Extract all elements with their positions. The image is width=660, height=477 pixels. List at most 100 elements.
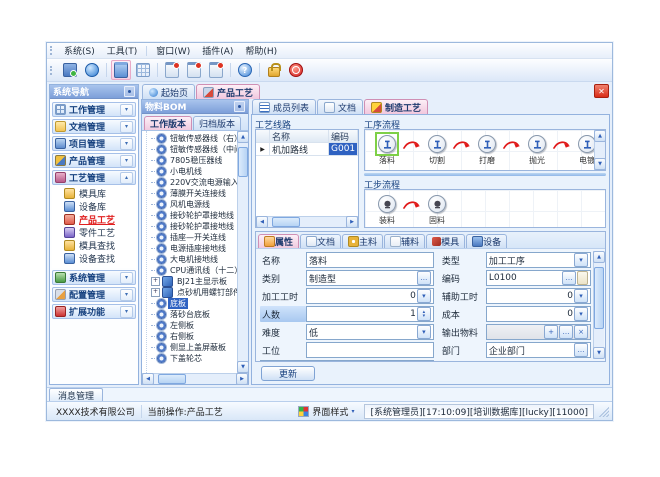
scroll-left-icon[interactable]: ◀	[142, 373, 154, 385]
tab-equipment[interactable]: 设备	[466, 234, 507, 248]
route-horizontal-scrollbar[interactable]: ◀ ▶	[256, 216, 358, 227]
tree-item[interactable]: 钮敏传感器线（中间）	[151, 144, 237, 155]
window-delete-button[interactable]	[206, 60, 226, 80]
flow-vertical-scrollbar[interactable]: ▲ ▼	[594, 130, 605, 170]
form-vertical-scrollbar[interactable]: ▲ ▼	[593, 251, 604, 359]
column-header[interactable]: 编码	[329, 130, 358, 143]
dropdown-icon[interactable]: ▾	[574, 289, 588, 303]
tree-item[interactable]: 钮敏传感器线（右）	[151, 133, 237, 144]
processing-hours-field[interactable]: 0▾	[306, 288, 434, 304]
tab-member-list[interactable]: 成员列表	[252, 99, 316, 114]
tab-working-version[interactable]: 工作版本	[144, 116, 192, 130]
chevron-down-icon[interactable]	[120, 138, 133, 150]
nav-product-process[interactable]: 产品工艺	[52, 213, 136, 226]
scrollbar-thumb[interactable]	[594, 267, 604, 329]
nav-project-management[interactable]: 项目管理	[52, 136, 136, 151]
window-mark-button[interactable]	[162, 60, 182, 80]
tree-item[interactable]: 薄膜开关连接线	[151, 188, 237, 199]
tree-item[interactable]: 小电机线	[151, 166, 237, 177]
tree-item[interactable]: 接砂轮护罩接地线（二	[151, 221, 237, 232]
scroll-up-icon[interactable]: ▲	[593, 251, 605, 263]
operation-flow-canvas[interactable]: ▲ ▼ 落料切割打磨抛光电镀	[364, 129, 606, 171]
tree-item[interactable]: 大电机接地线	[151, 254, 237, 265]
scroll-up-icon[interactable]: ▲	[594, 130, 606, 142]
ellipsis-button[interactable]: …	[559, 325, 573, 339]
step-flow-canvas[interactable]: 装料固料	[364, 189, 606, 228]
spinner-button[interactable]: ▴▾	[417, 307, 431, 321]
tree-item[interactable]: 左侧板	[151, 320, 237, 331]
chevron-down-icon[interactable]	[120, 121, 133, 133]
name-field[interactable]: 落料	[306, 252, 434, 268]
flow-node[interactable]: 抛光	[521, 134, 553, 166]
dropdown-icon[interactable]: ▾	[417, 289, 431, 303]
nav-extensions[interactable]: 扩展功能	[52, 304, 136, 319]
nav-equipment-search[interactable]: 设备查找	[52, 252, 136, 265]
ellipsis-button[interactable]: …	[417, 271, 431, 285]
splitter[interactable]	[364, 173, 606, 176]
tab-main-materials[interactable]: 主料	[342, 234, 383, 248]
tree-item[interactable]: 220V交流电源输入线	[151, 177, 237, 188]
dropdown-icon[interactable]: ▾	[574, 253, 588, 267]
scrollbar-thumb[interactable]	[272, 217, 300, 227]
station-field[interactable]	[306, 342, 434, 358]
tab-molds[interactable]: 模具	[426, 234, 465, 248]
partial-field[interactable]	[260, 360, 434, 361]
flow-node[interactable]: 装料	[371, 194, 403, 226]
chevron-up-icon[interactable]	[120, 172, 133, 184]
nav-system-management[interactable]: 系统管理	[52, 270, 136, 285]
column-header[interactable]: 名称	[270, 130, 329, 143]
nav-mold-library[interactable]: 模具库	[52, 187, 136, 200]
tree-vertical-scrollbar[interactable]: ▲ ▼	[237, 131, 248, 373]
menu-tools[interactable]: 工具(T)	[101, 43, 144, 58]
tree-item[interactable]: CPU通讯线（十二）	[151, 265, 237, 276]
menu-window[interactable]: 窗口(W)	[150, 43, 196, 58]
tab-message-management[interactable]: 消息管理	[49, 388, 103, 401]
exit-button[interactable]	[286, 60, 306, 80]
nav-config-management[interactable]: 配置管理	[52, 287, 136, 302]
nav-document-management[interactable]: 文档管理	[52, 119, 136, 134]
nav-process-management[interactable]: 工艺管理	[52, 170, 136, 185]
nav-mold-search[interactable]: 模具查找	[52, 239, 136, 252]
nav-product-management[interactable]: 产品管理	[52, 153, 136, 168]
dropdown-icon[interactable]: ▾	[574, 307, 588, 321]
nav-work-management[interactable]: 工作管理	[52, 102, 136, 117]
tab-start-page[interactable]: 起始页	[142, 84, 195, 99]
open-folder-button[interactable]	[111, 60, 131, 80]
menu-plugins[interactable]: 插件(A)	[196, 43, 239, 58]
scroll-up-icon[interactable]: ▲	[237, 131, 249, 143]
help-button[interactable]: ?	[235, 60, 255, 80]
tree-item[interactable]: 7805稳压器线	[151, 155, 237, 166]
scroll-down-icon[interactable]: ▼	[237, 361, 249, 373]
ellipsis-button[interactable]: …	[574, 343, 588, 357]
menu-help[interactable]: 帮助(H)	[239, 43, 283, 58]
tree-item[interactable]: BJ21主显示板	[151, 276, 237, 287]
tree-item[interactable]: 侧显上盖屏蔽板	[151, 342, 237, 353]
resize-grip[interactable]	[597, 405, 609, 417]
scroll-left-icon[interactable]: ◀	[256, 216, 268, 228]
flow-node[interactable]: 打磨	[471, 134, 503, 166]
window-refresh-button[interactable]	[184, 60, 204, 80]
tree-item[interactable]: 落砂台底板	[151, 309, 237, 320]
type-field[interactable]: 加工工序▾	[486, 252, 591, 268]
data-table-button[interactable]	[133, 60, 153, 80]
nav-equipment-library[interactable]: 设备库	[52, 200, 136, 213]
ellipsis-button[interactable]: …	[562, 271, 576, 285]
clear-button[interactable]: ×	[574, 325, 588, 339]
home-page-button[interactable]	[82, 60, 102, 80]
tree-item[interactable]: 底板	[151, 298, 237, 309]
tab-aux-materials[interactable]: 辅料	[384, 234, 425, 248]
headcount-field[interactable]: 1▴▾	[306, 306, 434, 322]
department-field[interactable]: 企业部门…	[486, 342, 591, 358]
route-code-cell[interactable]: G001	[329, 143, 358, 156]
tab-product-process[interactable]: 产品工艺	[196, 84, 260, 99]
expand-icon[interactable]	[151, 288, 160, 297]
chevron-down-icon[interactable]	[120, 306, 133, 318]
auxiliary-hours-field[interactable]: 0▾	[486, 288, 591, 304]
update-button[interactable]: 更新	[261, 366, 315, 381]
nav-part-process[interactable]: 零件工艺	[52, 226, 136, 239]
scroll-down-icon[interactable]: ▼	[594, 158, 606, 170]
extra-button[interactable]	[577, 271, 588, 285]
chevron-down-icon[interactable]	[120, 289, 133, 301]
category-field[interactable]: 制造型…	[306, 270, 434, 286]
flow-node[interactable]: 切割	[421, 134, 453, 166]
